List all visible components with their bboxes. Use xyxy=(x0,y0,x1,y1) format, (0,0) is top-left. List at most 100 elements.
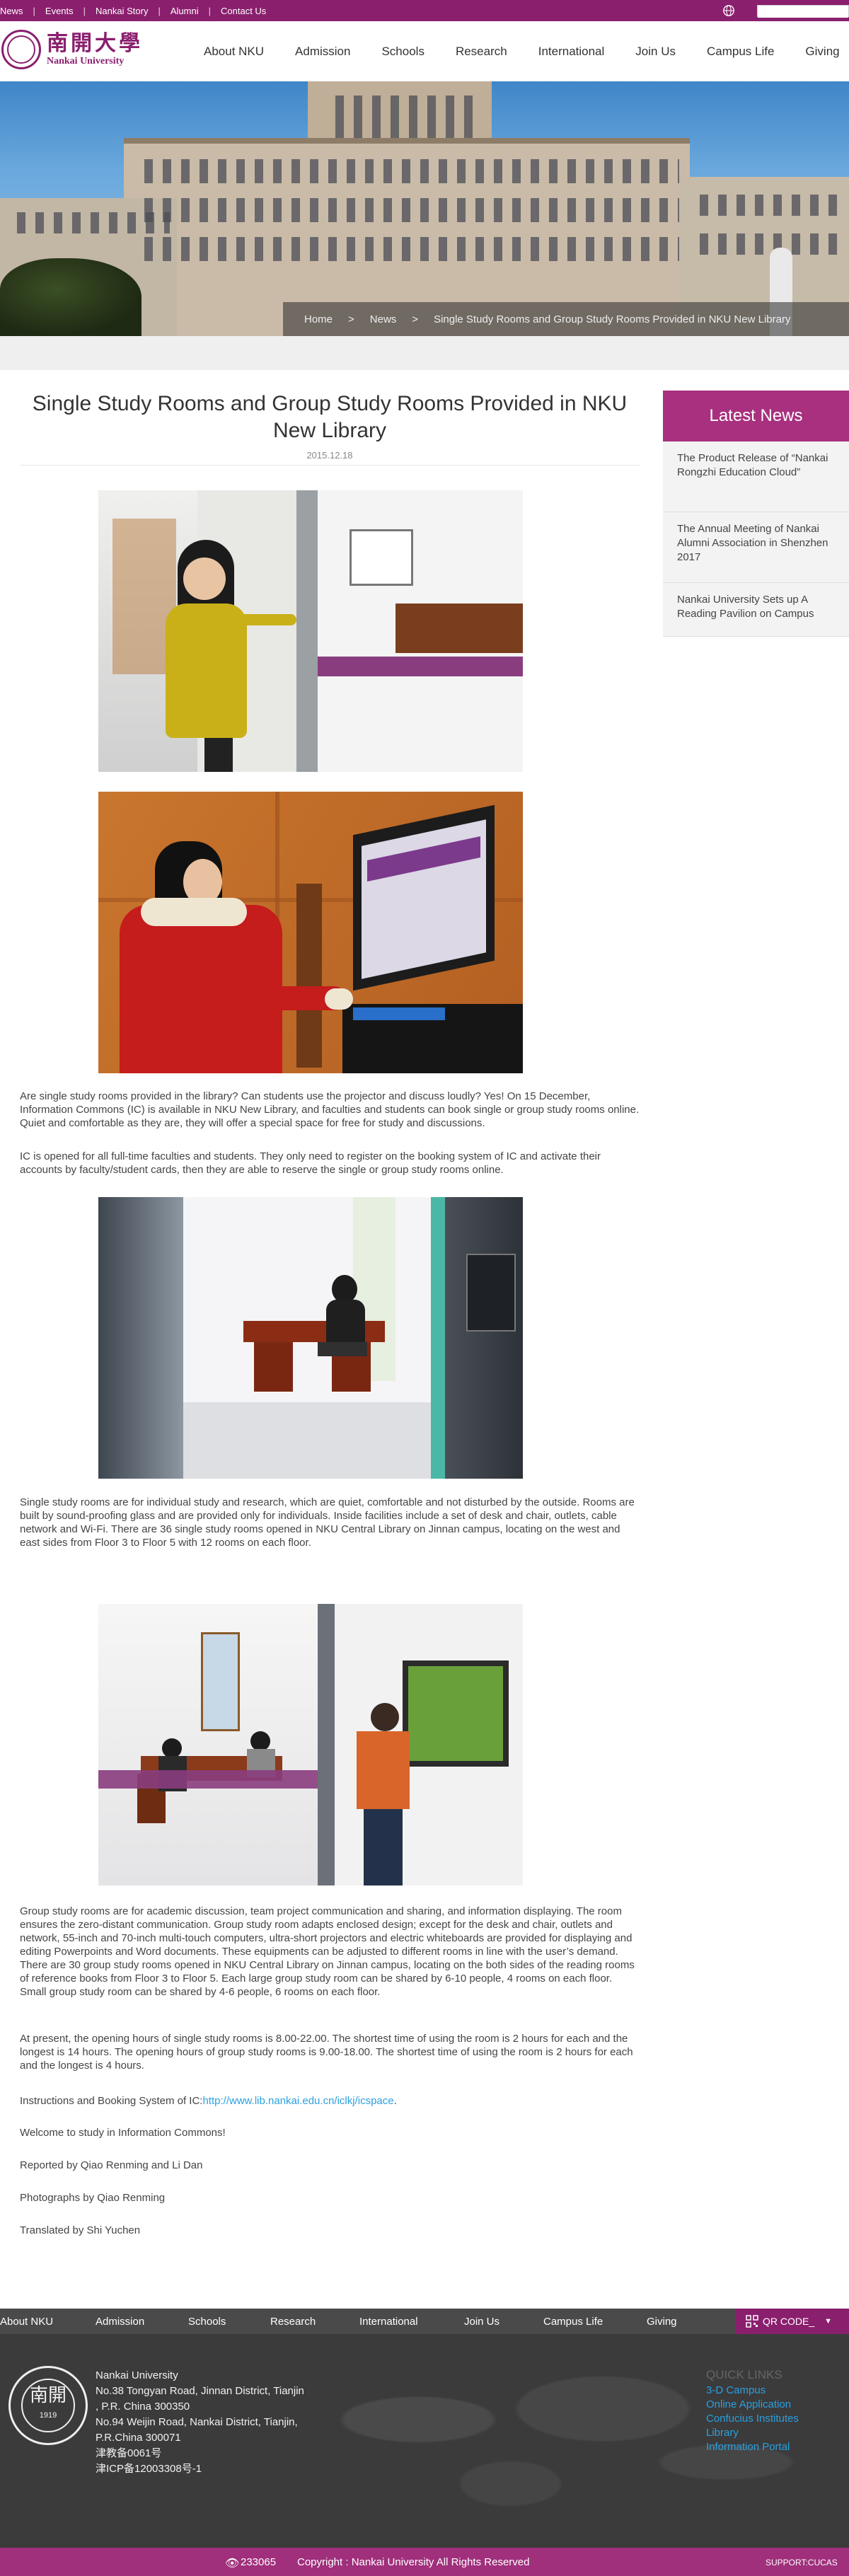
breadcrumb: Home > News > Single Study Rooms and Gro… xyxy=(283,302,849,336)
quick-links: QUICK LINKS 3-D Campus Online Applicatio… xyxy=(706,2368,799,2454)
photo-group-study-room xyxy=(98,1604,523,1885)
nav-giving[interactable]: Giving xyxy=(805,45,839,59)
latest-news-item[interactable]: The Product Release of “Nankai Rongzhi E… xyxy=(663,441,849,512)
support-credit: SUPPORT:CUCAS xyxy=(766,2558,838,2568)
windows xyxy=(134,198,679,222)
logo-chinese-name: 南開大學 xyxy=(47,31,143,56)
article-credit-reporter: Reported by Qiao Renming and Li Dan xyxy=(20,2159,203,2171)
qr-code-label: QR CODE_ xyxy=(763,2316,815,2327)
utility-links: News | Events | Nankai Story | Alumni | … xyxy=(0,6,276,16)
article-title: Single Study Rooms and Group Study Rooms… xyxy=(32,392,628,442)
windows xyxy=(134,237,679,261)
address-line: 津ICP备12003308号-1 xyxy=(96,2463,202,2475)
main-navigation: About NKU Admission Schools Research Int… xyxy=(204,21,849,81)
utility-link-alumni[interactable]: Alumni xyxy=(171,6,209,16)
visit-counter: 233065 xyxy=(241,2556,277,2568)
article: Single Study Rooms and Group Study Rooms… xyxy=(20,391,640,466)
footer-nav-admission[interactable]: Admission xyxy=(96,2316,144,2328)
photo-single-study-room xyxy=(98,1197,523,1479)
breadcrumb-separator: > xyxy=(348,313,354,325)
trees xyxy=(0,258,142,336)
footer-nav-international[interactable]: International xyxy=(359,2316,418,2328)
quick-link-library[interactable]: Library xyxy=(706,2426,799,2440)
footer-nav-schools[interactable]: Schools xyxy=(188,2316,226,2328)
nav-schools[interactable]: Schools xyxy=(381,45,424,59)
address-line: Nankai University xyxy=(96,2369,178,2381)
windows xyxy=(134,159,679,183)
address-line: No.38 Tongyan Road, Jinnan District, Tia… xyxy=(96,2385,304,2397)
separator: | xyxy=(83,5,86,16)
booking-system-label: Instructions and Booking System of IC: xyxy=(20,2095,203,2107)
copyright-text: Copyright : Nankai University All Rights… xyxy=(297,2556,530,2568)
address-line: 津教备0061号 xyxy=(96,2447,162,2459)
nav-admission[interactable]: Admission xyxy=(295,45,350,59)
eye-icon: 👁 xyxy=(225,2558,240,2570)
article-credit-translator: Translated by Shi Yuchen xyxy=(20,2224,141,2236)
windows xyxy=(690,233,845,255)
footer-nav-giving[interactable]: Giving xyxy=(647,2316,677,2328)
hero-banner-image: Home > News > Single Study Rooms and Gro… xyxy=(0,81,849,336)
separator: | xyxy=(208,5,211,16)
photo-study-room-door xyxy=(98,490,523,772)
latest-news-item[interactable]: Nankai University Sets up A Reading Pavi… xyxy=(663,583,849,637)
quick-link-confucius-institutes[interactable]: Confucius Institutes xyxy=(706,2412,799,2426)
chevron-down-icon: ▼ xyxy=(824,2317,833,2326)
quick-links-title: QUICK LINKS xyxy=(706,2368,782,2381)
photo-booking-computer xyxy=(98,792,523,1073)
site-logo[interactable]: 南開大學 Nankai University xyxy=(1,30,143,69)
article-paragraph: Group study rooms are for academic discu… xyxy=(20,1905,635,1998)
booking-system-link[interactable]: http://www.lib.nankai.edu.cn/iclkj/icspa… xyxy=(202,2095,393,2107)
nav-campus-life[interactable]: Campus Life xyxy=(707,45,774,59)
qr-code-icon xyxy=(746,2315,758,2328)
logo-english-name: Nankai University xyxy=(47,56,125,67)
quick-link-information-portal[interactable]: Information Portal xyxy=(706,2440,799,2454)
article-paragraph: Single study rooms are for individual st… xyxy=(20,1496,635,1549)
article-date: 2015.12.18 xyxy=(20,450,640,466)
breadcrumb-news[interactable]: News xyxy=(370,313,397,325)
quick-link-3d-campus[interactable]: 3-D Campus xyxy=(706,2384,799,2398)
breadcrumb-home[interactable]: Home xyxy=(304,313,333,325)
globe-icon[interactable] xyxy=(722,4,735,17)
booking-system-paragraph: Instructions and Booking System of IC:ht… xyxy=(20,2094,640,2108)
site-footer: 南開 1919 Nankai University No.38 Tongyan … xyxy=(0,2334,849,2548)
article-credit-photographer: Photographs by Qiao Renming xyxy=(20,2192,166,2204)
nav-about-nku[interactable]: About NKU xyxy=(204,45,264,59)
latest-news-sidebar: Latest News The Product Release of “Nank… xyxy=(663,391,849,637)
site-header: 南開大學 Nankai University About NKU Admissi… xyxy=(0,21,849,81)
nav-research[interactable]: Research xyxy=(456,45,507,59)
copyright-bar: 👁 233065 Copyright : Nankai University A… xyxy=(0,2548,849,2576)
breadcrumb-separator: > xyxy=(412,313,419,325)
breadcrumb-current: Single Study Rooms and Group Study Rooms… xyxy=(434,313,791,325)
windows xyxy=(690,195,845,216)
article-paragraph: Welcome to study in Information Commons! xyxy=(20,2127,226,2139)
gray-divider-band xyxy=(0,336,849,370)
latest-news-item[interactable]: The Annual Meeting of Nankai Alumni Asso… xyxy=(663,512,849,583)
address-line: P.R.China 300071 xyxy=(96,2432,181,2444)
footer-nav-join-us[interactable]: Join Us xyxy=(464,2316,499,2328)
footer-nav-campus-life[interactable]: Campus Life xyxy=(543,2316,603,2328)
booking-system-end: . xyxy=(393,2095,397,2107)
footer-nav-research[interactable]: Research xyxy=(270,2316,316,2328)
footer-nav-about-nku[interactable]: About NKU xyxy=(0,2316,53,2328)
seal-year: 1919 xyxy=(39,2411,57,2420)
footer-navigation: About NKU Admission Schools Research Int… xyxy=(0,2309,849,2334)
roofline xyxy=(124,138,690,144)
windows xyxy=(325,96,474,138)
university-seal-icon: 南開 1919 xyxy=(8,2366,88,2445)
seal-chinese-text: 南開 xyxy=(29,2385,67,2406)
utility-link-news[interactable]: News xyxy=(0,6,33,16)
address-line: , P.R. China 300350 xyxy=(96,2401,190,2413)
nav-join-us[interactable]: Join Us xyxy=(635,45,676,59)
utility-link-nankai-story[interactable]: Nankai Story xyxy=(96,6,158,16)
search-input[interactable] xyxy=(758,6,848,18)
qr-code-dropdown[interactable]: QR CODE_ ▼ xyxy=(736,2309,849,2334)
footer-address: Nankai University No.38 Tongyan Road, Ji… xyxy=(96,2368,304,2477)
article-paragraph: At present, the opening hours of single … xyxy=(20,2033,633,2072)
article-paragraph: Are single study rooms provided in the l… xyxy=(20,1090,640,1129)
university-seal-icon xyxy=(1,30,41,69)
utility-link-events[interactable]: Events xyxy=(45,6,83,16)
quick-link-online-application[interactable]: Online Application xyxy=(706,2398,799,2412)
search-box xyxy=(757,5,849,18)
nav-international[interactable]: International xyxy=(538,45,605,59)
utility-link-contact-us[interactable]: Contact Us xyxy=(221,6,276,16)
